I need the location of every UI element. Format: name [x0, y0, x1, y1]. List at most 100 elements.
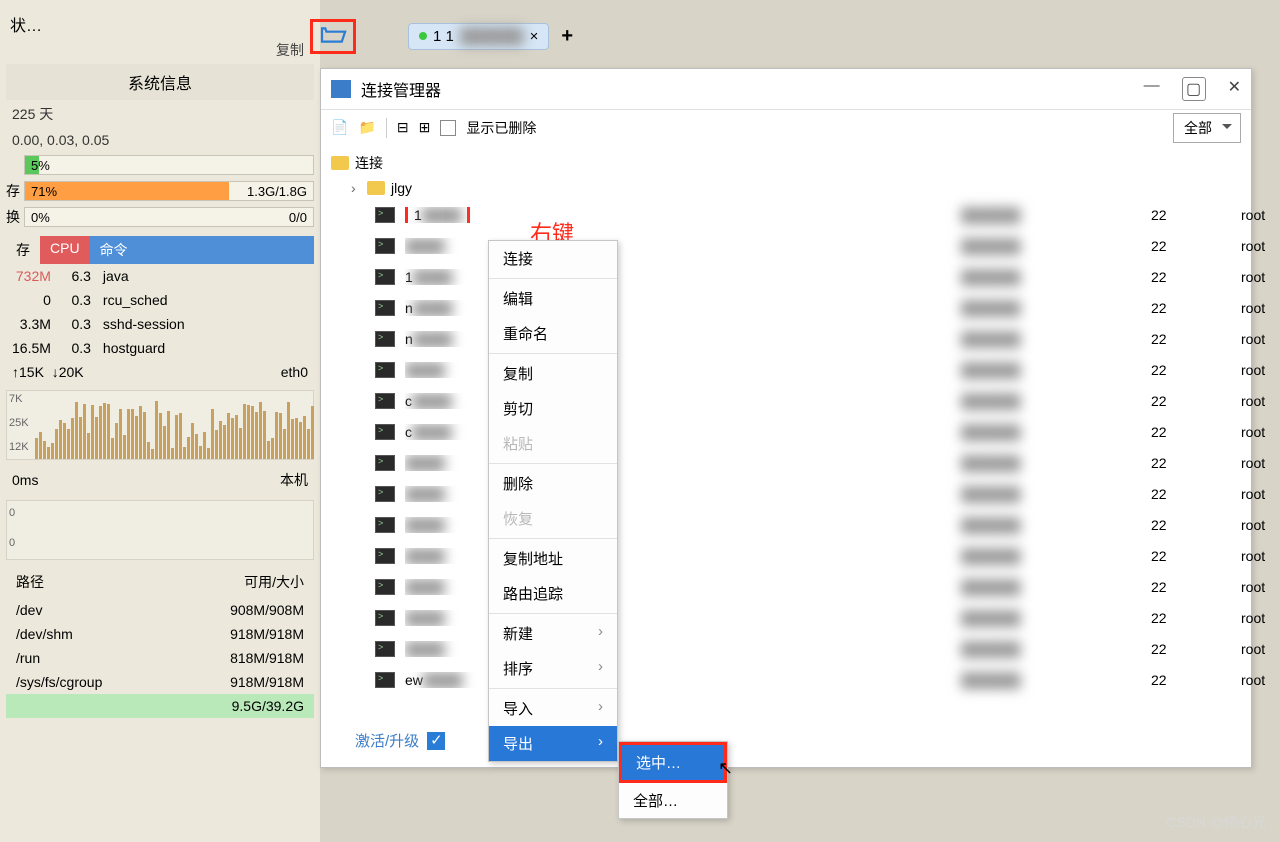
net-if[interactable]: eth0 — [281, 364, 308, 380]
cpu-bar-row: 5% — [6, 152, 314, 178]
terminal-icon — [375, 672, 395, 688]
host-port: 22 — [1151, 455, 1191, 471]
host-row[interactable]: c██████████22root — [331, 385, 1251, 416]
host-user: root — [1241, 424, 1251, 440]
ctx-恢复: 恢复 — [489, 501, 617, 536]
host-port: 22 — [1151, 548, 1191, 564]
status-dot-icon — [419, 32, 427, 40]
folder-icon — [367, 181, 385, 195]
context-menu[interactable]: 连接编辑重命名复制剪切粘贴删除恢复复制地址路由追踪新建排序导入导出 — [488, 240, 618, 762]
host-row[interactable]: ██████████22root — [331, 230, 1251, 261]
show-deleted-checkbox[interactable] — [440, 120, 456, 136]
fs-header: 路径 可用/大小 — [6, 566, 314, 598]
latency-host: 本机 — [280, 470, 308, 490]
mem-bar: 71% 1.3G/1.8G — [24, 181, 314, 201]
close-button[interactable]: ✕ — [1228, 77, 1241, 101]
titlebar[interactable]: 连接管理器 — ▢ ✕ — [321, 69, 1251, 109]
ctx-删除[interactable]: 删除 — [489, 466, 617, 501]
terminal-icon — [375, 579, 395, 595]
copy-label[interactable]: 复制 — [6, 40, 314, 60]
host-port: 22 — [1151, 517, 1191, 533]
terminal-icon — [375, 517, 395, 533]
host-user: root — [1241, 517, 1251, 533]
host-row[interactable]: n██████████22root — [331, 292, 1251, 323]
ctx-导入[interactable]: 导入 — [489, 691, 617, 726]
tab-cpu[interactable]: CPU — [40, 236, 90, 264]
ctx-连接[interactable]: 连接 — [489, 241, 617, 276]
terminal-icon — [375, 610, 395, 626]
expand-icon[interactable]: ⊞ — [419, 119, 431, 136]
cpu-bar: 5% — [24, 155, 314, 175]
host-port: 22 — [1151, 393, 1191, 409]
host-row[interactable]: n██████████22root — [331, 323, 1251, 354]
host-row[interactable]: ██████████22root — [331, 571, 1251, 602]
export-submenu[interactable]: 选中… 全部… — [618, 741, 728, 819]
tree-group[interactable]: › jlgy — [331, 177, 1251, 199]
host-port: 22 — [1151, 579, 1191, 595]
host-row[interactable]: ██████████22root — [331, 354, 1251, 385]
collapse-icon[interactable]: ⊟ — [397, 119, 409, 136]
host-ip: ██████ — [961, 455, 1121, 471]
session-tab[interactable]: 1 1 ██████ × — [408, 23, 549, 50]
host-row[interactable]: ██████████22root — [331, 602, 1251, 633]
ctx-导出[interactable]: 导出 — [489, 726, 617, 761]
latency: 0ms — [12, 472, 38, 488]
terminal-icon — [375, 238, 395, 254]
latency-chart: 0 0 — [6, 500, 314, 560]
host-row[interactable]: ██████████22root — [331, 509, 1251, 540]
ctx-排序[interactable]: 排序 — [489, 651, 617, 686]
host-port: 22 — [1151, 331, 1191, 347]
host-row[interactable]: 1██████████22root — [331, 199, 1251, 230]
new-file-icon[interactable]: 📄 — [331, 119, 348, 136]
new-tab-button[interactable]: + — [561, 25, 573, 48]
host-row[interactable]: ██████████22root — [331, 478, 1251, 509]
export-all[interactable]: 全部… — [619, 783, 727, 818]
tree-root[interactable]: 连接 — [331, 149, 1251, 177]
swap-bar-row: 换 0% 0/0 — [6, 204, 314, 230]
host-row[interactable]: c██████████22root — [331, 416, 1251, 447]
host-port: 22 — [1151, 610, 1191, 626]
host-name: 1████ — [405, 207, 545, 223]
open-folder-highlight[interactable] — [310, 19, 356, 54]
host-row[interactable]: ██████████22root — [331, 633, 1251, 664]
tab-cmd[interactable]: 命令 — [90, 236, 314, 264]
net-down: ↓20K — [52, 364, 84, 380]
host-port: 22 — [1151, 238, 1191, 254]
ctx-编辑[interactable]: 编辑 — [489, 281, 617, 316]
expand-icon[interactable]: › — [351, 180, 361, 196]
watermark: CSDN @修心光 — [1166, 812, 1266, 832]
ctx-剪切[interactable]: 剪切 — [489, 391, 617, 426]
filter-select[interactable]: 全部 — [1173, 113, 1241, 143]
connection-tree[interactable]: 连接 › jlgy 1██████████22root██████████22r… — [321, 145, 1251, 755]
new-folder-icon[interactable]: 📁 — [358, 119, 375, 136]
activate-upgrade[interactable]: 激活/升级 — [355, 730, 445, 751]
host-user: root — [1241, 207, 1251, 223]
tab-close[interactable]: × — [530, 28, 539, 45]
top-bar: 1 1 ██████ × + — [310, 18, 573, 54]
host-ip: ██████ — [961, 207, 1121, 223]
load-value: 0.00, 0.03, 0.05 — [12, 132, 109, 148]
host-row[interactable]: ██████████22root — [331, 447, 1251, 478]
terminal-icon — [375, 207, 395, 223]
host-user: root — [1241, 269, 1251, 285]
host-port: 22 — [1151, 672, 1191, 688]
minimize-button[interactable]: — — [1144, 77, 1160, 101]
ctx-复制地址[interactable]: 复制地址 — [489, 541, 617, 576]
ctx-新建[interactable]: 新建 — [489, 616, 617, 651]
host-row[interactable]: ██████████22root — [331, 540, 1251, 571]
ctx-复制[interactable]: 复制 — [489, 356, 617, 391]
ctx-重命名[interactable]: 重命名 — [489, 316, 617, 351]
host-row[interactable]: 1██████████22root — [331, 261, 1251, 292]
uptime-value: 225 天 — [12, 104, 53, 124]
maximize-button[interactable]: ▢ — [1182, 77, 1206, 101]
ctx-路由追踪[interactable]: 路由追踪 — [489, 576, 617, 611]
folder-icon — [331, 156, 349, 170]
terminal-icon — [375, 269, 395, 285]
host-user: root — [1241, 393, 1251, 409]
host-ip: ██████ — [961, 393, 1121, 409]
host-port: 22 — [1151, 486, 1191, 502]
activate-checkbox[interactable] — [427, 732, 445, 750]
host-row[interactable]: ew██████████22root — [331, 664, 1251, 695]
tab-mem[interactable]: 存 — [6, 236, 40, 264]
export-selected[interactable]: 选中… — [619, 742, 727, 783]
